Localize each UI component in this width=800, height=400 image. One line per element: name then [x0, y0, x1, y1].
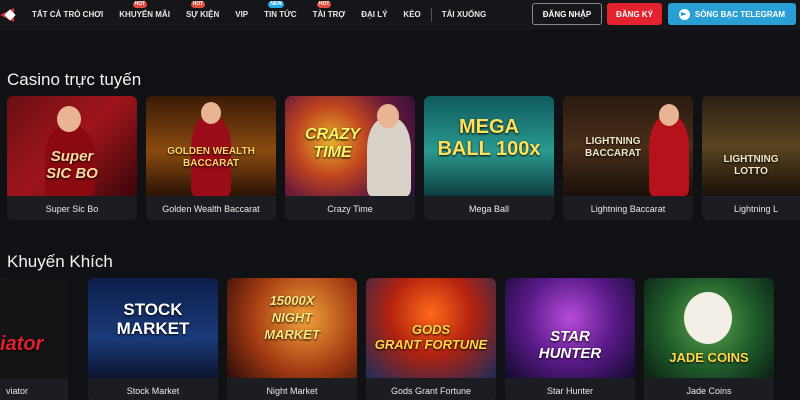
- game-card-mega-ball[interactable]: MEGA BALL 100x Mega Ball: [424, 96, 554, 220]
- game-art-text: LIGHTNING BACCARAT: [585, 136, 641, 159]
- hot-badge: HOT: [190, 1, 206, 8]
- nav-label: KHUYẾN MÃI: [119, 10, 170, 19]
- game-card-jade-coins[interactable]: JADE COINS Jade Coins: [644, 278, 774, 400]
- nav-label: ĐẠI LÝ: [361, 10, 388, 19]
- game-thumbnail: 15000X NIGHT MARKET: [227, 278, 357, 378]
- game-art-text: STAR HUNTER: [538, 328, 602, 362]
- game-art-text: CRAZY TIME: [304, 126, 361, 161]
- game-thumbnail: GOLDEN WEALTH BACCARAT: [146, 96, 276, 196]
- game-card-aviator[interactable]: iator viator: [0, 278, 68, 400]
- game-label: Jade Coins: [686, 386, 732, 396]
- game-art-text: LIGHTNING LOTTO: [723, 154, 779, 177]
- game-art-text: 15000X NIGHT MARKET: [264, 293, 320, 342]
- game-label: Star Hunter: [546, 386, 594, 396]
- section-title-promo: Khuyến Khích: [7, 252, 113, 271]
- game-thumbnail: CRAZY TIME: [285, 96, 415, 196]
- game-art-text: GOLDEN WEALTH BACCARAT: [167, 146, 255, 169]
- nav-item-vip[interactable]: VIP: [227, 0, 256, 30]
- register-button[interactable]: ĐĂNG KÝ: [607, 3, 662, 25]
- nav-item-odds[interactable]: KÈO: [395, 0, 428, 30]
- game-card-night-market[interactable]: 15000X NIGHT MARKET Night Market: [227, 278, 357, 400]
- nav-label: TIN TỨC: [264, 10, 297, 19]
- login-button[interactable]: ĐĂNG NHẬP: [532, 3, 602, 25]
- game-card-stock-market[interactable]: STOCK MARKET Stock Market: [88, 278, 218, 400]
- game-card-super-sic-bo[interactable]: Super SIC BO Super Sic Bo: [7, 96, 137, 220]
- host-head: [659, 104, 679, 126]
- nav-item-sponsor[interactable]: HOT TÀI TRỢ: [305, 0, 354, 30]
- game-label: Crazy Time: [327, 204, 373, 214]
- game-thumbnail: STOCK MARKET: [88, 278, 218, 378]
- game-thumbnail: LIGHTNING LOTTO: [702, 96, 800, 196]
- nav-label: VIP: [235, 10, 249, 19]
- new-badge: NEW: [268, 1, 285, 8]
- promo-games-row: iator viator STOCK MARKET Stock Market 1…: [0, 278, 800, 400]
- section-title-casino: Casino trực tuyến: [7, 70, 142, 89]
- game-thumbnail: JADE COINS: [644, 278, 774, 378]
- nav-divider: [430, 8, 432, 22]
- game-label: Night Market: [266, 386, 318, 396]
- game-card-lightning-baccarat[interactable]: LIGHTNING BACCARAT Lightning Baccarat: [563, 96, 693, 220]
- game-art-text: GODS GRANT FORTUNE: [374, 322, 488, 352]
- game-thumbnail: STAR HUNTER: [505, 278, 635, 378]
- top-navigation-bar: TẤT CẢ TRÒ CHƠI HOT KHUYẾN MÃI HOT SỰ KIỆN…: [0, 0, 800, 30]
- nav-item-download[interactable]: TẢI XUỐNG: [434, 0, 494, 30]
- game-label: Stock Market: [126, 386, 180, 396]
- nav-label: TÀI TRỢ: [312, 10, 346, 19]
- nav-label: TẢI XUỐNG: [441, 10, 487, 19]
- main-nav: TẤT CẢ TRÒ CHƠI HOT KHUYẾN MÃI HOT SỰ KIỆN…: [24, 0, 494, 30]
- game-art-text: iator: [0, 333, 44, 355]
- nav-label: TẤT CẢ TRÒ CHƠI: [32, 10, 104, 19]
- game-label: viator: [6, 386, 29, 396]
- game-label: Mega Ball: [468, 204, 510, 214]
- game-art-text: JADE COINS: [669, 350, 749, 365]
- game-art-text: Super SIC BO: [46, 148, 98, 182]
- casino-games-row: Super SIC BO Super Sic Bo GOLDEN WEALTH …: [0, 96, 800, 221]
- game-card-golden-wealth-baccarat[interactable]: GOLDEN WEALTH BACCARAT Golden Wealth Bac…: [146, 96, 276, 220]
- nav-label: SỰ KIỆN: [185, 10, 220, 19]
- lucky-cat-figure: [684, 292, 732, 344]
- game-art-text: STOCK MARKET: [116, 300, 190, 338]
- game-thumbnail: LIGHTNING BACCARAT: [563, 96, 693, 196]
- game-label: Lightning L: [734, 204, 779, 214]
- host-head: [377, 104, 399, 128]
- game-art-text: MEGA BALL 100x: [437, 116, 541, 160]
- nav-item-promotions[interactable]: HOT KHUYẾN MÃI: [111, 0, 178, 30]
- telegram-icon: [678, 8, 690, 20]
- hot-badge: HOT: [316, 1, 332, 8]
- host-head: [57, 106, 81, 132]
- game-label: Golden Wealth Baccarat: [162, 204, 260, 214]
- telegram-casino-button[interactable]: SÒNG BẠC TELEGRAM: [668, 3, 796, 25]
- game-label: Super Sic Bo: [45, 204, 99, 214]
- game-card-lightning-lotto[interactable]: LIGHTNING LOTTO Lightning L: [702, 96, 800, 220]
- nav-item-agent[interactable]: ĐẠI LÝ: [353, 0, 395, 30]
- nav-item-events[interactable]: HOT SỰ KIỆN: [178, 0, 227, 30]
- game-card-gods-grant-fortune[interactable]: GODS GRANT FORTUNE Gods Grant Fortune: [366, 278, 496, 400]
- site-logo-icon[interactable]: [0, 5, 20, 25]
- game-thumbnail: MEGA BALL 100x: [424, 96, 554, 196]
- telegram-label: SÒNG BẠC TELEGRAM: [694, 9, 786, 19]
- game-card-crazy-time[interactable]: CRAZY TIME Crazy Time: [285, 96, 415, 220]
- hot-badge: HOT: [132, 1, 148, 8]
- nav-label: KÈO: [403, 10, 421, 19]
- game-thumbnail: GODS GRANT FORTUNE: [366, 278, 496, 378]
- game-card-star-hunter[interactable]: STAR HUNTER Star Hunter: [505, 278, 635, 400]
- game-thumbnail: iator: [0, 278, 68, 378]
- game-thumbnail: Super SIC BO: [7, 96, 137, 196]
- game-label: Lightning Baccarat: [590, 204, 666, 214]
- nav-item-news[interactable]: NEW TIN TỨC: [256, 0, 304, 30]
- game-label: Gods Grant Fortune: [390, 386, 472, 396]
- nav-item-all-games[interactable]: TẤT CẢ TRÒ CHƠI: [24, 0, 111, 30]
- host-head: [201, 102, 221, 124]
